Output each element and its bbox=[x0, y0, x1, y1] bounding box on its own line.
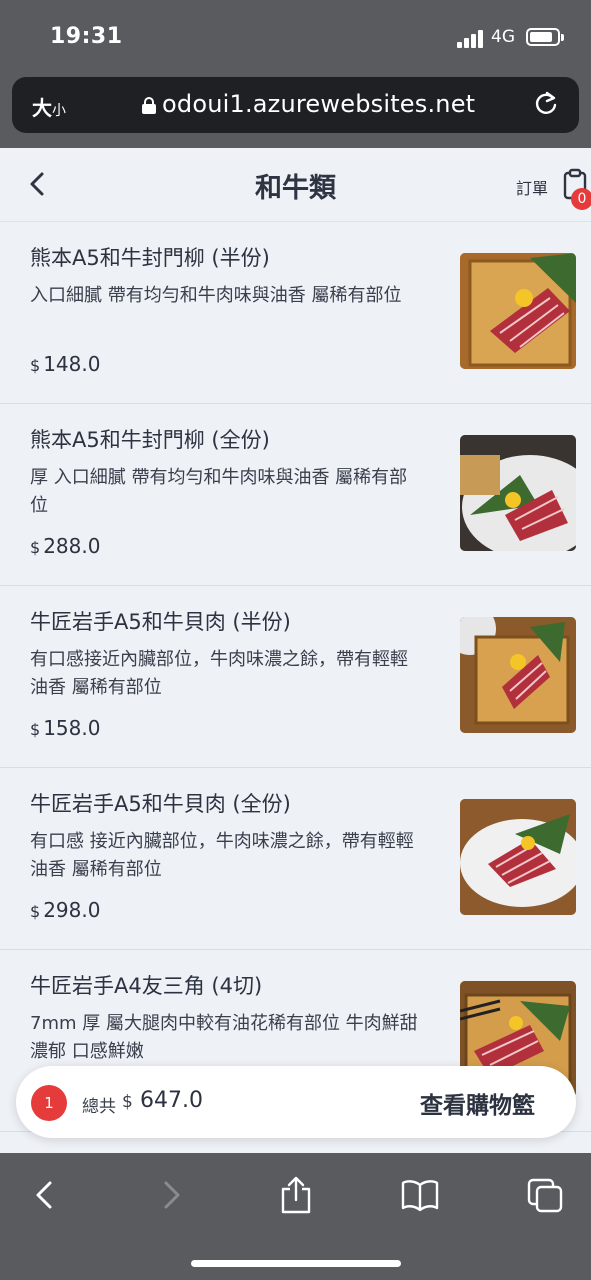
item-name: 熊本A5和牛封門柳 (全份) bbox=[30, 428, 270, 452]
item-name: 熊本A5和牛封門柳 (半份) bbox=[30, 246, 270, 270]
item-price: $288.0 bbox=[30, 534, 100, 558]
home-indicator bbox=[191, 1260, 401, 1267]
item-photo[interactable] bbox=[460, 799, 576, 915]
item-name: 牛匠岩手A4友三角 (4切) bbox=[30, 974, 263, 998]
book-icon[interactable] bbox=[400, 1175, 440, 1215]
item-price: $148.0 bbox=[30, 352, 100, 376]
item-photo[interactable] bbox=[460, 435, 576, 551]
item-price: $158.0 bbox=[30, 716, 100, 740]
chevron-right-icon[interactable] bbox=[158, 1175, 186, 1215]
price-value: 158.0 bbox=[43, 716, 101, 740]
price-currency: $ bbox=[30, 902, 41, 921]
tabs-icon[interactable] bbox=[526, 1175, 564, 1215]
price-currency: $ bbox=[30, 356, 41, 375]
network-type: 4G bbox=[491, 27, 515, 47]
cart-total-label: 總共 bbox=[82, 1097, 116, 1117]
item-name: 牛匠岩手A5和牛貝肉 (全份) bbox=[30, 792, 291, 816]
menu-item[interactable]: 熊本A5和牛封門柳 (半份) 入口細膩 帶有均勻和牛肉味與油香 屬稀有部位 $1… bbox=[0, 222, 591, 404]
item-photo[interactable] bbox=[460, 617, 576, 733]
text-size-button[interactable]: 大小 bbox=[32, 92, 66, 121]
price-value: 298.0 bbox=[43, 898, 101, 922]
item-description: 厚 入口細膩 帶有均勻和牛肉味與油香 屬稀有部位 bbox=[30, 467, 408, 516]
menu-item[interactable]: 牛匠岩手A5和牛貝肉 (半份) 有口感接近內臟部位，牛肉味濃之餘，帶有輕輕油香 … bbox=[0, 586, 591, 768]
price-value: 288.0 bbox=[43, 534, 101, 558]
price-value: 148.0 bbox=[43, 352, 101, 376]
address-bar[interactable]: 大小 odoui1.azurewebsites.net bbox=[12, 77, 579, 133]
signal-icon bbox=[457, 30, 483, 48]
menu-item[interactable]: 熊本A5和牛封門柳 (全份) 厚 入口細膩 帶有均勻和牛肉味與油香 屬稀有部位 … bbox=[0, 404, 591, 586]
url-text[interactable]: odoui1.azurewebsites.net bbox=[162, 90, 475, 118]
item-description: 入口細膩 帶有均勻和牛肉味與油香 屬稀有部位 bbox=[30, 285, 402, 306]
item-description: 7mm 厚 屬大腿肉中較有油花稀有部位 牛肉鮮甜濃郁 口感鮮嫩 bbox=[30, 1013, 418, 1062]
reload-icon[interactable] bbox=[533, 90, 559, 118]
price-currency: $ bbox=[30, 720, 41, 739]
item-photo[interactable] bbox=[460, 253, 576, 369]
menu-list: 熊本A5和牛封門柳 (半份) 入口細膩 帶有均勻和牛肉味與油香 屬稀有部位 $1… bbox=[0, 222, 591, 1132]
order-count-badge: 0 bbox=[571, 188, 591, 210]
menu-item[interactable]: 牛匠岩手A5和牛貝肉 (全份) 有口感 接近內臟部位，牛肉味濃之餘，帶有輕輕油香… bbox=[0, 768, 591, 950]
cart-total-currency: $ bbox=[122, 1092, 133, 1112]
price-currency: $ bbox=[30, 538, 41, 557]
text-size-small: 小 bbox=[52, 103, 66, 119]
cart-summary-bar[interactable]: 1 總共 $ 647.0 查看購物籃 bbox=[16, 1066, 576, 1138]
text-size-main: 大 bbox=[32, 96, 52, 120]
share-icon[interactable] bbox=[279, 1175, 313, 1215]
orders-link[interactable]: 訂單 bbox=[516, 175, 548, 199]
item-description: 有口感接近內臟部位，牛肉味濃之餘，帶有輕輕油香 屬稀有部位 bbox=[30, 649, 408, 698]
page-title: 和牛類 bbox=[255, 173, 336, 204]
item-name: 牛匠岩手A5和牛貝肉 (半份) bbox=[30, 610, 291, 634]
cart-total-value: 647.0 bbox=[140, 1088, 203, 1113]
status-time: 19:31 bbox=[50, 24, 123, 49]
cart-count-badge: 1 bbox=[31, 1085, 67, 1121]
lock-icon bbox=[142, 97, 156, 114]
item-description: 有口感 接近內臟部位，牛肉味濃之餘，帶有輕輕油香 屬稀有部位 bbox=[30, 831, 414, 880]
item-price: $298.0 bbox=[30, 898, 100, 922]
app-header: 和牛類 訂單 0 bbox=[0, 148, 591, 222]
view-cart-button[interactable]: 查看購物籃 bbox=[420, 1086, 535, 1120]
browser-top-chrome: 19:31 4G 大小 odoui1.azurewebsites.net bbox=[0, 0, 591, 148]
chevron-left-icon[interactable] bbox=[30, 1175, 58, 1215]
battery-icon bbox=[526, 28, 564, 46]
